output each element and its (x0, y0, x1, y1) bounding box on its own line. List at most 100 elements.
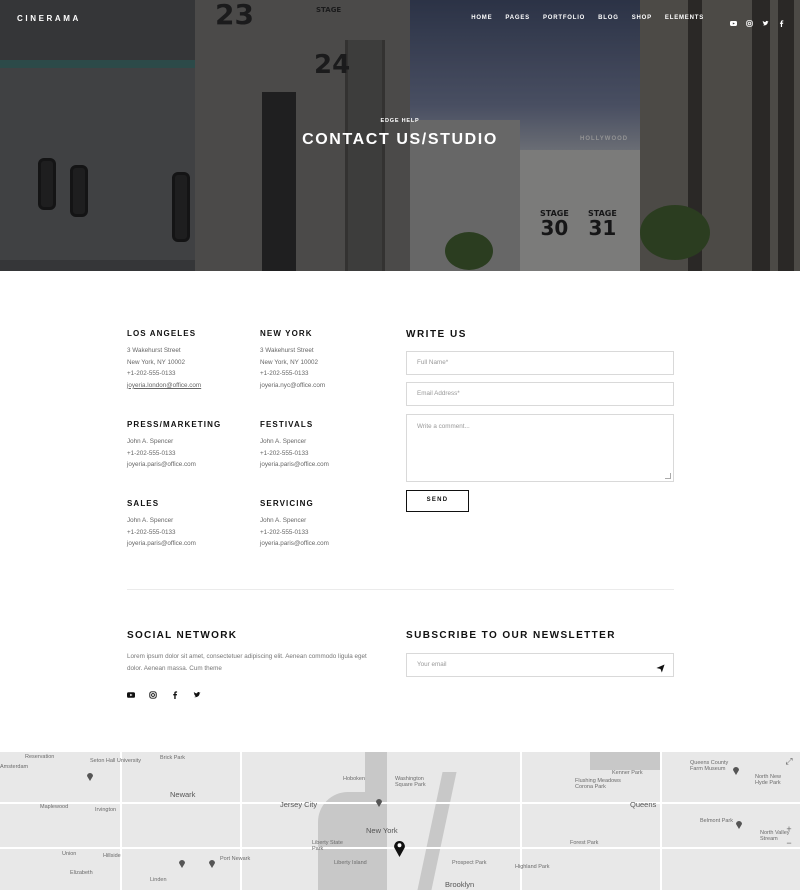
office-address-line: 3 Wakehurst Street (127, 347, 181, 354)
map-label: Jersey City (280, 800, 318, 809)
office-title: SALES (127, 499, 160, 508)
office-address-line: New York, NY 10002 (127, 358, 185, 366)
social-icons (127, 686, 201, 699)
office-press-marketing: PRESS/MARKETING John A. Spencer +1-202-5… (127, 420, 257, 471)
map-label: Queens (630, 800, 657, 809)
office-new-york: NEW YORK 3 Wakehurst Street New York, NY… (260, 329, 390, 391)
office-title: SERVICING (260, 499, 314, 508)
full-name-input[interactable]: Full Name* (406, 351, 674, 375)
map-water (590, 752, 660, 770)
menu-item-shop[interactable]: SHOP (632, 15, 652, 21)
youtube-icon[interactable] (127, 686, 135, 698)
paper-plane-icon[interactable] (656, 661, 665, 673)
menu-item-pages[interactable]: PAGES (505, 15, 530, 21)
newsletter-placeholder: Your email (417, 661, 447, 668)
instagram-icon[interactable] (746, 14, 753, 27)
map-poi-icon[interactable] (86, 768, 94, 781)
zoom-out-button[interactable]: − (782, 836, 796, 850)
office-phone: +1-202-555-0133 (127, 449, 176, 457)
office-title: LOS ANGELES (127, 329, 197, 338)
map-label: Hillside (103, 853, 121, 859)
comment-placeholder: Write a comment... (417, 423, 470, 430)
menu-item-portfolio[interactable]: PORTFOLIO (543, 15, 585, 21)
resize-handle-icon[interactable] (665, 473, 671, 479)
send-button[interactable]: SEND (406, 490, 469, 512)
map-label: Amsterdam (0, 764, 29, 770)
office-address-line: New York, NY 10002 (260, 358, 318, 366)
map-label: Liberty Island (334, 860, 367, 866)
map-label: Newark (170, 790, 196, 799)
zoom-in-button[interactable]: + (782, 822, 796, 836)
hero-subtitle: EDGE HELP (380, 118, 420, 124)
map-label: Washington Square Park (395, 776, 426, 788)
map-label: Port Newark (220, 856, 251, 862)
map-river (417, 772, 457, 890)
menu-item-elements[interactable]: ELEMENTS (665, 15, 704, 21)
twitter-icon[interactable] (193, 686, 201, 698)
map-poi-icon[interactable] (732, 762, 740, 775)
instagram-icon[interactable] (149, 686, 157, 699)
office-contact-name: John A. Spencer (127, 517, 174, 524)
office-phone: +1-202-555-0133 (127, 370, 176, 378)
map-poi-icon[interactable] (208, 855, 216, 868)
location-map[interactable]: Reservation Seton Hall University Brick … (0, 752, 800, 890)
map-label: Forest Park (570, 840, 599, 846)
map-poi-icon[interactable] (735, 816, 743, 829)
map-label: Union (62, 851, 77, 857)
map-road (240, 752, 242, 890)
office-contact-name: John A. Spencer (127, 438, 174, 445)
map-label: Brooklyn (445, 880, 475, 889)
header-social-icons (730, 14, 785, 27)
office-email[interactable]: joyeria.paris@office.com (127, 459, 257, 471)
write-us-title: WRITE US (406, 329, 467, 340)
office-email[interactable]: joyeria.paris@office.com (260, 459, 390, 471)
map-label: Linden (150, 877, 167, 883)
hero-title: CONTACT US/STUDIO (302, 131, 498, 148)
office-phone: +1-202-555-0133 (127, 528, 176, 536)
map-label: Belmont Park (700, 818, 734, 824)
map-label: Kenner Park (612, 770, 643, 776)
social-network-text: Lorem ipsum dolor sit amet, consectetuer… (127, 653, 367, 672)
location-marker-icon[interactable] (393, 839, 406, 857)
newsletter-email-input[interactable]: Your email (406, 653, 674, 677)
map-label: Reservation (25, 754, 55, 760)
map-label: Hoboken (343, 776, 366, 782)
office-title: NEW YORK (260, 329, 313, 338)
map-road (660, 752, 662, 890)
map-label: Elizabeth (70, 870, 93, 876)
office-phone: +1-202-555-0133 (260, 449, 309, 457)
office-phone: +1-202-555-0133 (260, 370, 309, 378)
office-email[interactable]: joyeria.paris@office.com (127, 538, 257, 550)
office-servicing: SERVICING John A. Spencer +1-202-555-013… (260, 499, 390, 550)
email-input[interactable]: Email Address* (406, 382, 674, 406)
map-label: Flushing Meadows Corona Park (575, 778, 621, 790)
twitter-icon[interactable] (762, 14, 769, 26)
facebook-icon[interactable] (778, 14, 785, 27)
menu-item-blog[interactable]: BLOG (598, 15, 619, 21)
main-menu: HOME PAGES PORTFOLIO BLOG SHOP ELEMENTS (471, 15, 704, 21)
map-poi-icon[interactable] (178, 855, 186, 868)
office-address-line: 3 Wakehurst Street (260, 347, 314, 354)
office-sales: SALES John A. Spencer +1-202-555-0133 jo… (127, 499, 257, 550)
youtube-icon[interactable] (730, 14, 737, 26)
map-label: Irvington (95, 807, 117, 813)
office-contact-name: John A. Spencer (260, 438, 307, 445)
map-road (120, 752, 122, 890)
menu-item-home[interactable]: HOME (471, 15, 492, 21)
office-email[interactable]: joyeria.nyc@office.com (260, 380, 390, 392)
map-label: New York (366, 826, 398, 835)
office-phone: +1-202-555-0133 (260, 528, 309, 536)
office-email-link[interactable]: joyeria.london@office.com (127, 380, 257, 392)
map-label: Brick Park (160, 755, 186, 761)
map-label: Seton Hall University (90, 758, 142, 764)
comment-textarea[interactable]: Write a comment... (406, 414, 674, 482)
map-poi-icon[interactable] (375, 794, 383, 807)
fullscreen-button[interactable]: ⤢ (782, 754, 796, 768)
office-los-angeles: LOS ANGELES 3 Wakehurst Street New York,… (127, 329, 257, 391)
facebook-icon[interactable] (171, 686, 178, 699)
office-email[interactable]: joyeria.paris@office.com (260, 538, 390, 550)
office-title: PRESS/MARKETING (127, 420, 222, 429)
office-festivals: FESTIVALS John A. Spencer +1-202-555-013… (260, 420, 390, 471)
map-label: Highland Park (515, 864, 550, 870)
site-logo[interactable]: CINERAMA (17, 14, 81, 23)
